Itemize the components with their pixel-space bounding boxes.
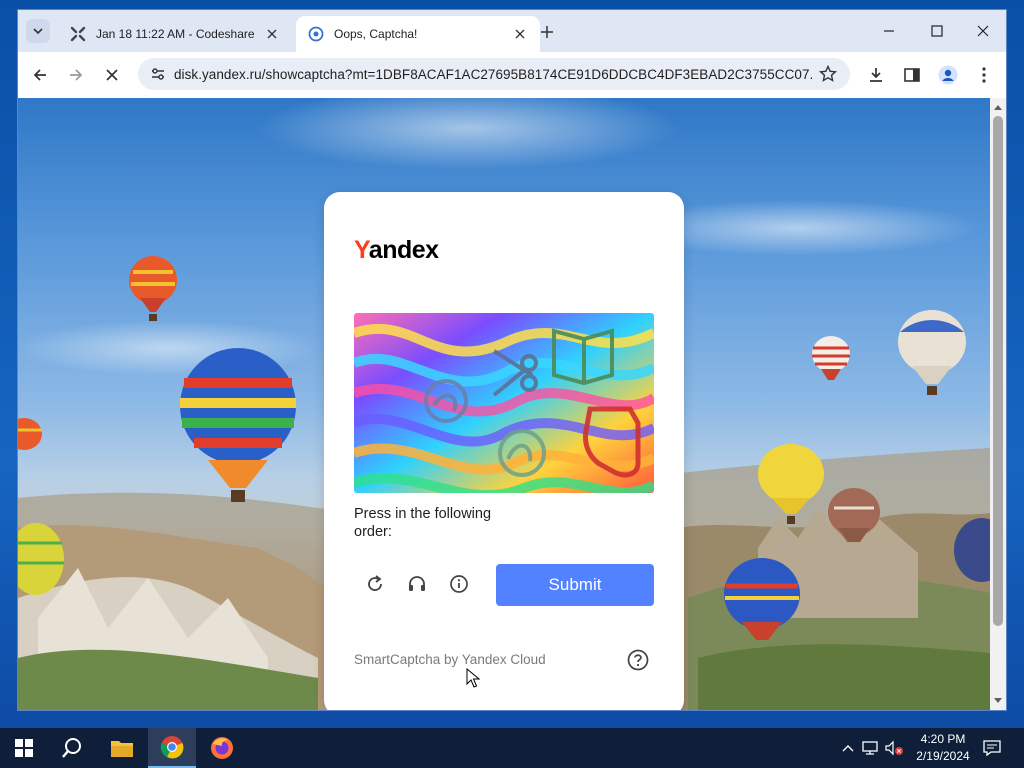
clock-time: 4:20 PM <box>920 732 966 746</box>
hot-air-balloon <box>812 336 850 380</box>
plus-icon <box>541 26 553 38</box>
hot-air-balloon <box>724 558 800 640</box>
browser-toolbar: disk.yandex.ru/showcaptcha?mt=1DBF8ACAF1… <box>18 52 1006 98</box>
hot-air-balloon <box>828 488 880 542</box>
minimize-icon <box>884 30 894 32</box>
maximize-button[interactable] <box>914 14 960 48</box>
tune-icon <box>152 68 164 80</box>
captcha-image[interactable] <box>354 313 654 493</box>
volume-button[interactable] <box>884 738 904 758</box>
hot-air-balloon <box>954 518 990 582</box>
taskbar-chrome[interactable] <box>148 728 196 768</box>
taskbar-file-explorer[interactable] <box>98 728 146 768</box>
close-tab-button[interactable] <box>512 26 528 42</box>
side-panel-icon <box>904 68 920 82</box>
arrow-right-icon <box>70 69 83 81</box>
close-icon <box>106 69 118 81</box>
caret-up-icon <box>994 105 1002 110</box>
url-text[interactable]: disk.yandex.ru/showcaptcha?mt=1DBF8ACAF1… <box>174 67 812 82</box>
refresh-icon <box>368 575 382 591</box>
bookmark-button[interactable] <box>812 58 844 90</box>
stop-loading-button[interactable] <box>98 61 126 89</box>
more-vertical-icon <box>982 67 986 83</box>
maximize-icon <box>931 25 943 37</box>
close-tab-button[interactable] <box>264 26 280 42</box>
browser-window: Jan 18 11:22 AM - Codeshare Oops, Captch… <box>18 10 1006 710</box>
taskbar-search-button[interactable] <box>48 728 96 768</box>
tab-search-button[interactable] <box>26 19 50 43</box>
network-icon <box>862 741 878 755</box>
audio-headphones-icon <box>409 576 425 591</box>
file-explorer-icon <box>111 741 133 757</box>
help-button[interactable] <box>626 648 650 672</box>
menu-button[interactable] <box>970 61 998 89</box>
arrow-left-icon <box>33 69 46 81</box>
chevron-up-icon <box>842 745 854 752</box>
tab-captcha[interactable]: Oops, Captcha! <box>296 16 540 52</box>
yandex-logo: Yandex <box>354 236 439 264</box>
caret-down-icon <box>994 698 1002 703</box>
windows-start-icon <box>15 739 33 757</box>
page-viewport: Yandex Press in the following order: Sub… <box>18 98 1006 710</box>
taskbar-firefox[interactable] <box>198 728 246 768</box>
new-tab-button[interactable] <box>536 21 558 43</box>
scroll-up-arrow[interactable] <box>993 102 1003 112</box>
profile-avatar-icon <box>938 65 958 85</box>
tab-title: Jan 18 11:22 AM - Codeshare <box>96 27 255 41</box>
close-icon <box>977 25 989 37</box>
tab-title: Oops, Captcha! <box>334 27 418 41</box>
firefox-icon <box>211 737 233 759</box>
audio-captcha-button[interactable] <box>401 568 433 600</box>
clock-date: 2/19/2024 <box>916 749 970 763</box>
forward-button[interactable] <box>62 61 90 89</box>
captcha-card: Yandex Press in the following order: Sub… <box>324 192 684 710</box>
hot-air-balloon <box>129 256 177 321</box>
start-button[interactable] <box>0 728 48 768</box>
close-icon <box>267 29 277 39</box>
profile-button[interactable] <box>934 61 962 89</box>
volume-muted-icon <box>885 740 903 756</box>
download-icon <box>870 68 882 82</box>
search-icon <box>62 738 81 758</box>
side-panel-button[interactable] <box>898 61 926 89</box>
notification-icon <box>983 740 1001 756</box>
minimize-button[interactable] <box>866 14 912 48</box>
network-button[interactable] <box>860 738 880 758</box>
page-scrollbar[interactable] <box>990 98 1006 710</box>
help-question-icon <box>627 649 649 671</box>
hot-air-balloon <box>758 444 824 524</box>
hot-air-balloon <box>898 310 966 395</box>
site-info-button[interactable] <box>142 58 174 90</box>
downloads-button[interactable] <box>862 61 890 89</box>
windows-taskbar: 4:20 PM 2/19/2024 <box>0 728 1024 768</box>
yandex-captcha-icon <box>308 26 324 42</box>
mouse-cursor-icon <box>466 668 480 688</box>
captcha-instruction: Press in the following order: <box>354 506 492 540</box>
chrome-icon <box>160 736 184 759</box>
hot-air-balloon <box>180 348 296 502</box>
scroll-down-arrow[interactable] <box>993 696 1003 706</box>
back-button[interactable] <box>26 61 54 89</box>
star-icon <box>819 65 837 82</box>
hot-air-balloon <box>18 523 64 595</box>
captcha-puzzle-image <box>354 313 654 493</box>
hot-air-balloon <box>18 418 42 450</box>
notifications-button[interactable] <box>982 738 1002 758</box>
tab-strip: Jan 18 11:22 AM - Codeshare Oops, Captch… <box>18 10 1006 52</box>
submit-button[interactable]: Submit <box>496 564 654 606</box>
refresh-captcha-button[interactable] <box>359 568 391 600</box>
taskbar-clock[interactable]: 4:20 PM 2/19/2024 <box>908 731 978 765</box>
info-icon <box>450 575 468 593</box>
close-icon <box>515 29 525 39</box>
tab-codeshare[interactable]: Jan 18 11:22 AM - Codeshare <box>58 16 292 52</box>
scroll-thumb[interactable] <box>993 116 1003 626</box>
tray-overflow-button[interactable] <box>838 738 858 758</box>
close-window-button[interactable] <box>960 14 1006 48</box>
smartcaptcha-credit: SmartCaptcha by Yandex Cloud <box>354 652 546 667</box>
codeshare-icon <box>70 26 86 42</box>
chevron-down-icon <box>33 28 43 35</box>
info-button[interactable] <box>443 568 475 600</box>
address-bar[interactable]: disk.yandex.ru/showcaptcha?mt=1DBF8ACAF1… <box>138 58 850 90</box>
